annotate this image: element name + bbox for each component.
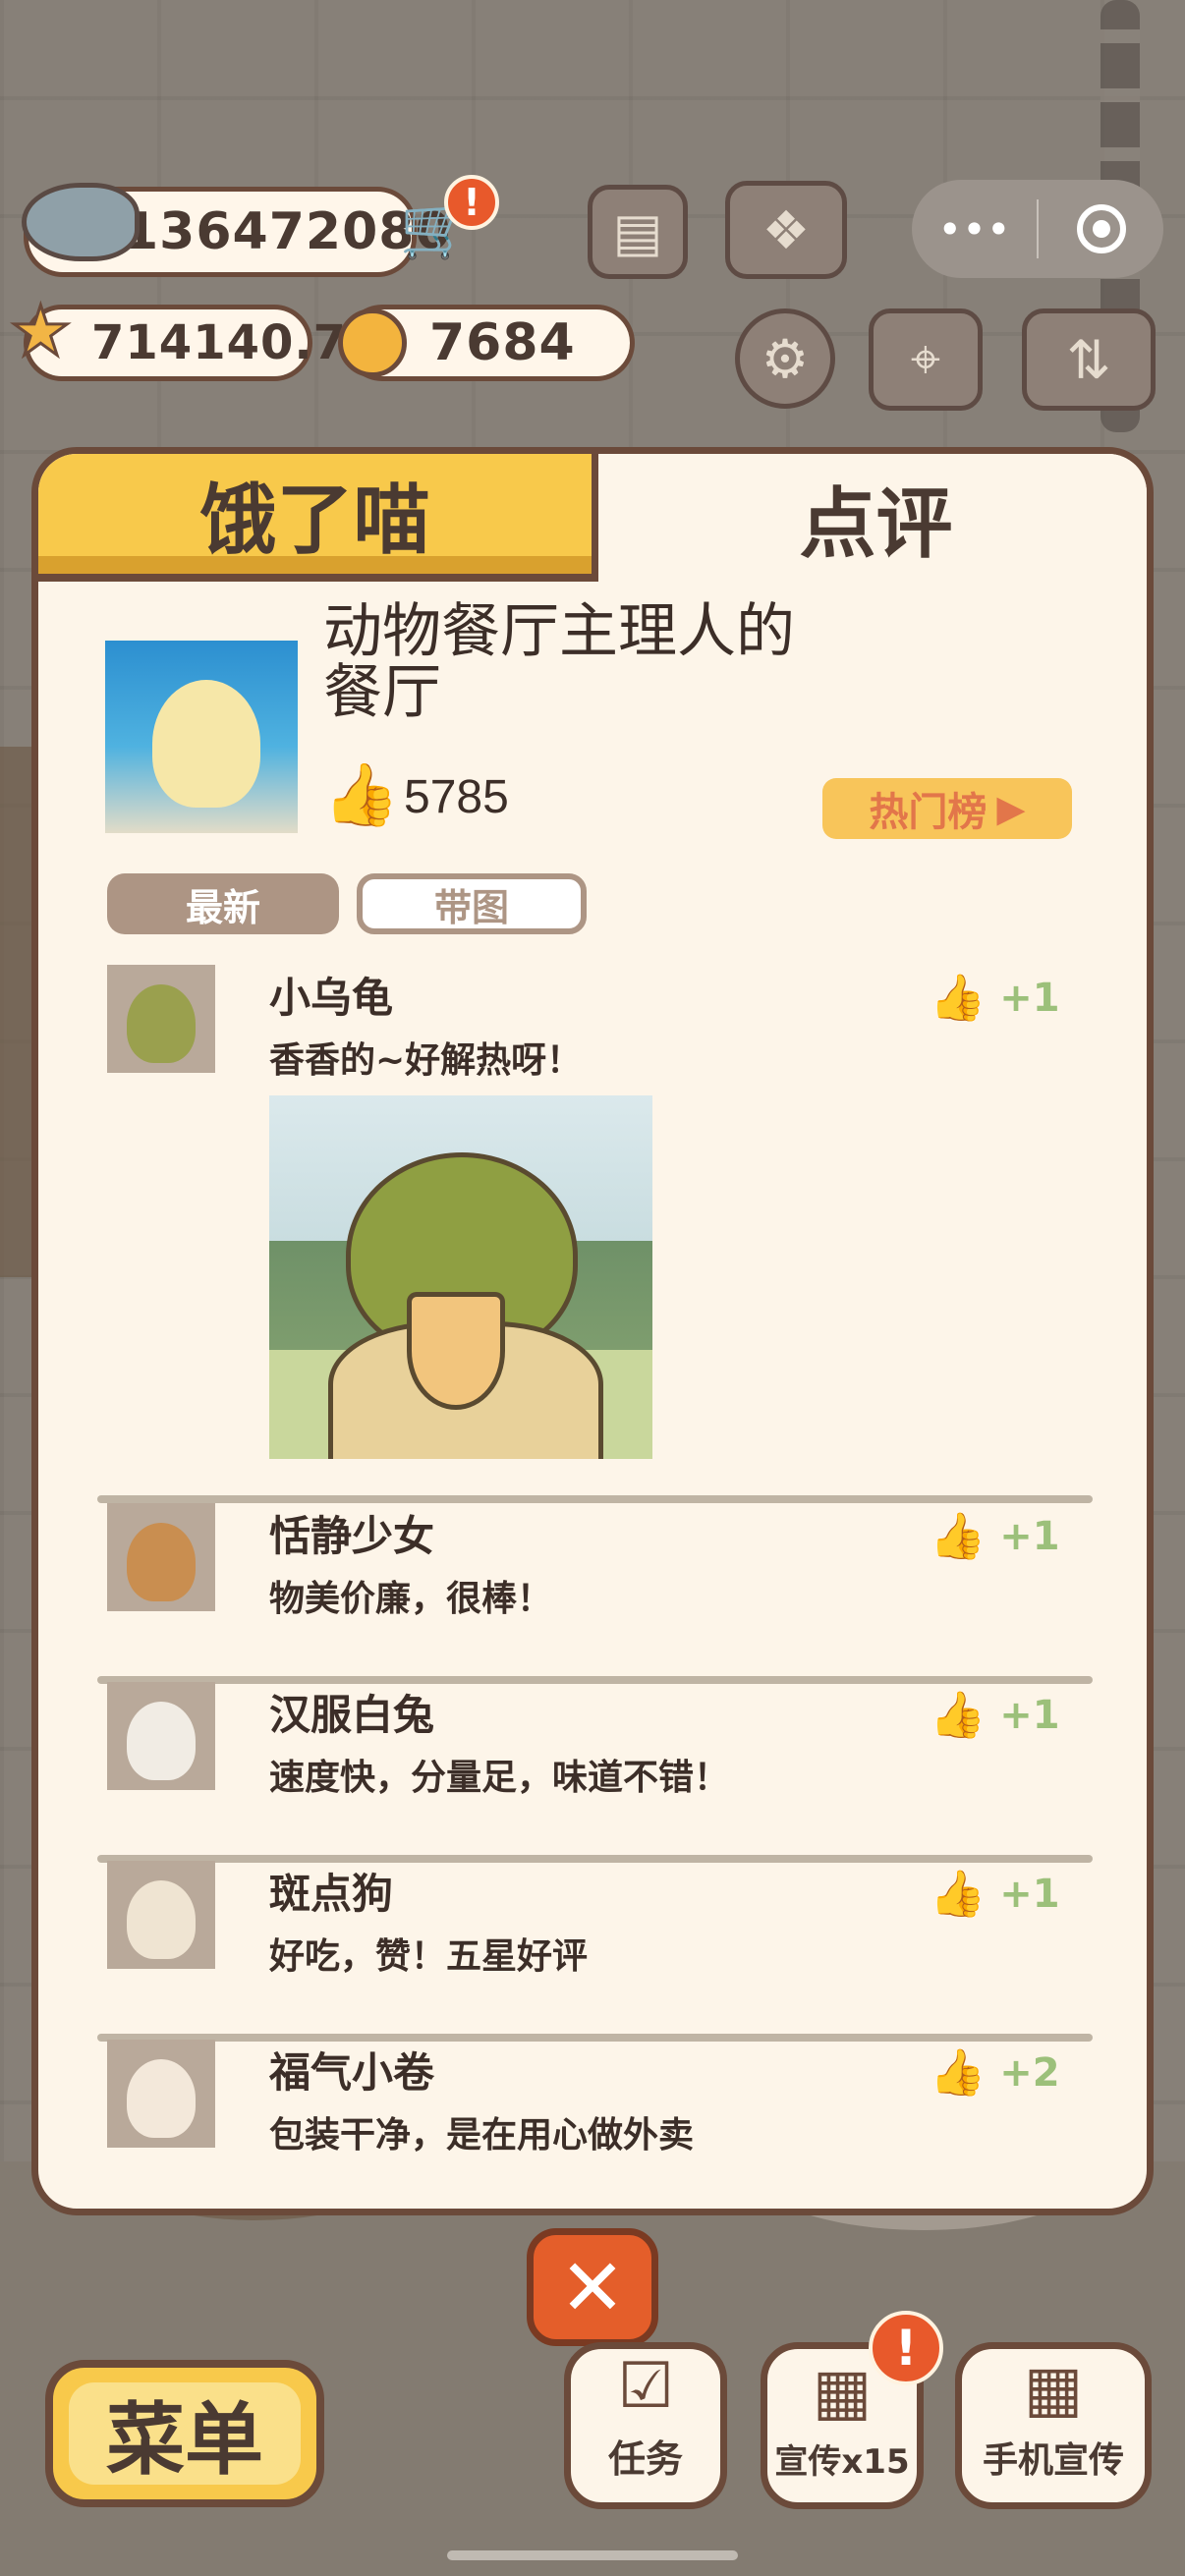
map-icon[interactable]: ⌖ — [869, 308, 983, 411]
review-like-button[interactable]: 👍 +1 — [930, 971, 1060, 1025]
list-item: 小乌龟 香香的~好解热呀！ 👍 +1 — [73, 965, 1117, 1503]
review-panel: 饿了喵 点评 动物餐厅主理人的餐厅 👍 5785 热门榜 ▶ 最新 带图 小乌龟… — [31, 447, 1154, 2215]
review-like-count: +1 — [999, 1513, 1060, 1559]
system-capsule: ••• — [912, 180, 1163, 278]
reviewer-name: 福气小卷 — [269, 2048, 435, 2097]
checkbox-icon: ☑ — [617, 2350, 674, 2423]
review-like-count: +1 — [999, 1692, 1060, 1738]
review-text: 香香的~好解热呀！ — [269, 1040, 583, 1081]
restaurant-like-count: 5785 — [404, 771, 509, 823]
avatar — [107, 2040, 215, 2148]
tasks-button[interactable]: ☑ 任务 — [564, 2342, 727, 2509]
tab-hungry[interactable]: 饿了喵 — [38, 454, 598, 582]
reviewer-name: 斑点狗 — [269, 1870, 394, 1918]
dog-avatar-image — [127, 1880, 196, 1959]
recipe-book-icon[interactable]: ❖ — [725, 181, 847, 279]
avatar — [107, 1861, 215, 1969]
review-like-button[interactable]: 👍 +1 — [930, 1688, 1060, 1742]
review-text: 速度快，分量足，味道不错！ — [269, 1758, 730, 1798]
reviewer-name: 汉服白兔 — [269, 1691, 435, 1739]
turtle-avatar-image — [127, 984, 196, 1063]
star-icon: ★ — [9, 290, 74, 373]
filter-latest[interactable]: 最新 — [107, 873, 339, 934]
home-indicator[interactable] — [447, 2550, 738, 2560]
ice-cream-illustration — [407, 1292, 505, 1410]
phone-promo-label: 手机宣传 — [982, 2440, 1124, 2481]
review-text: 好吃，赞！五星好评 — [269, 1936, 589, 1977]
flyer-icon: ▦ — [812, 2356, 873, 2429]
review-like-count: +2 — [999, 2049, 1060, 2096]
list-item: 斑点狗 好吃，赞！五星好评 👍 +1 — [73, 1861, 1117, 2042]
rabbit-avatar-image — [127, 1702, 196, 1780]
promo-alert-badge: ! — [869, 2311, 943, 2385]
hot-list-button[interactable]: 热门榜 ▶ — [822, 778, 1072, 839]
review-photo[interactable] — [269, 1095, 652, 1459]
list-item: 恬静少女 物美价廉，很棒！ 👍 +1 — [73, 1503, 1117, 1684]
review-like-count: +1 — [999, 975, 1060, 1021]
list-item: 福气小卷 包装干净，是在用心做外卖 👍 +2 — [73, 2040, 1117, 2154]
thumbs-up-icon: 👍 — [930, 1688, 987, 1741]
avatar — [107, 1682, 215, 1790]
reviewer-name: 小乌龟 — [269, 974, 394, 1022]
fish-icon — [22, 183, 140, 261]
target-icon[interactable] — [1039, 204, 1163, 253]
bear-avatar-image — [127, 1523, 196, 1601]
close-icon[interactable]: ✕ — [527, 2228, 658, 2346]
review-like-button[interactable]: 👍 +1 — [930, 1509, 1060, 1563]
restaurant-avatar — [105, 641, 298, 833]
review-like-button[interactable]: 👍 +2 — [930, 2045, 1060, 2100]
hot-list-label: 热门榜 — [869, 790, 988, 835]
star-amount: 714140.7 — [91, 315, 348, 370]
thumbs-up-icon: 👍 — [930, 971, 987, 1024]
gear-icon[interactable]: ⚙ — [735, 308, 835, 409]
thumbs-up-icon: 👍 — [930, 2045, 987, 2099]
bell-amount: 7684 — [429, 313, 576, 372]
play-arrow-icon: ▶ — [996, 787, 1026, 830]
newspaper-icon[interactable]: ▤ — [588, 185, 688, 279]
tasks-label: 任务 — [607, 2437, 683, 2481]
thumbs-up-icon: 👍 — [930, 1867, 987, 1920]
thumbs-up-icon: 👍 — [930, 1509, 987, 1562]
menu-label: 菜单 — [69, 2382, 301, 2486]
avatar — [107, 965, 215, 1073]
more-dots-icon[interactable]: ••• — [912, 205, 1037, 253]
thumbs-up-icon: 👍 — [323, 758, 400, 830]
filter-with-image[interactable]: 带图 — [357, 873, 587, 934]
puppy-avatar-image — [127, 2059, 196, 2138]
review-like-button[interactable]: 👍 +1 — [930, 1867, 1060, 1921]
list-item: 汉服白兔 速度快，分量足，味道不错！ 👍 +1 — [73, 1682, 1117, 1863]
review-text: 物美价廉，很棒！ — [269, 1579, 553, 1619]
tab-review[interactable]: 点评 — [598, 454, 1147, 582]
phone-flyer-icon: ▦ — [1023, 2353, 1084, 2426]
review-text: 包装干净，是在用心做外卖 — [269, 2115, 695, 2154]
sliders-icon[interactable]: ⇅ — [1022, 308, 1156, 411]
review-like-count: +1 — [999, 1871, 1060, 1917]
cart-alert-badge: ! — [444, 175, 499, 230]
duck-toy-image — [152, 680, 260, 808]
bell-icon — [338, 308, 407, 377]
reviewer-name: 恬静少女 — [269, 1512, 435, 1560]
review-list[interactable]: 小乌龟 香香的~好解热呀！ 👍 +1 恬静少女 物美价廉，很棒！ 👍 +1 汉服… — [38, 965, 1147, 2154]
menu-button[interactable]: 菜单 — [45, 2360, 324, 2507]
divider — [97, 1495, 1093, 1503]
avatar — [107, 1503, 215, 1611]
promo-label: 宣传x15 — [774, 2442, 910, 2482]
restaurant-name: 动物餐厅主理人的餐厅 — [323, 597, 795, 727]
phone-promo-button[interactable]: ▦ 手机宣传 — [955, 2342, 1152, 2509]
